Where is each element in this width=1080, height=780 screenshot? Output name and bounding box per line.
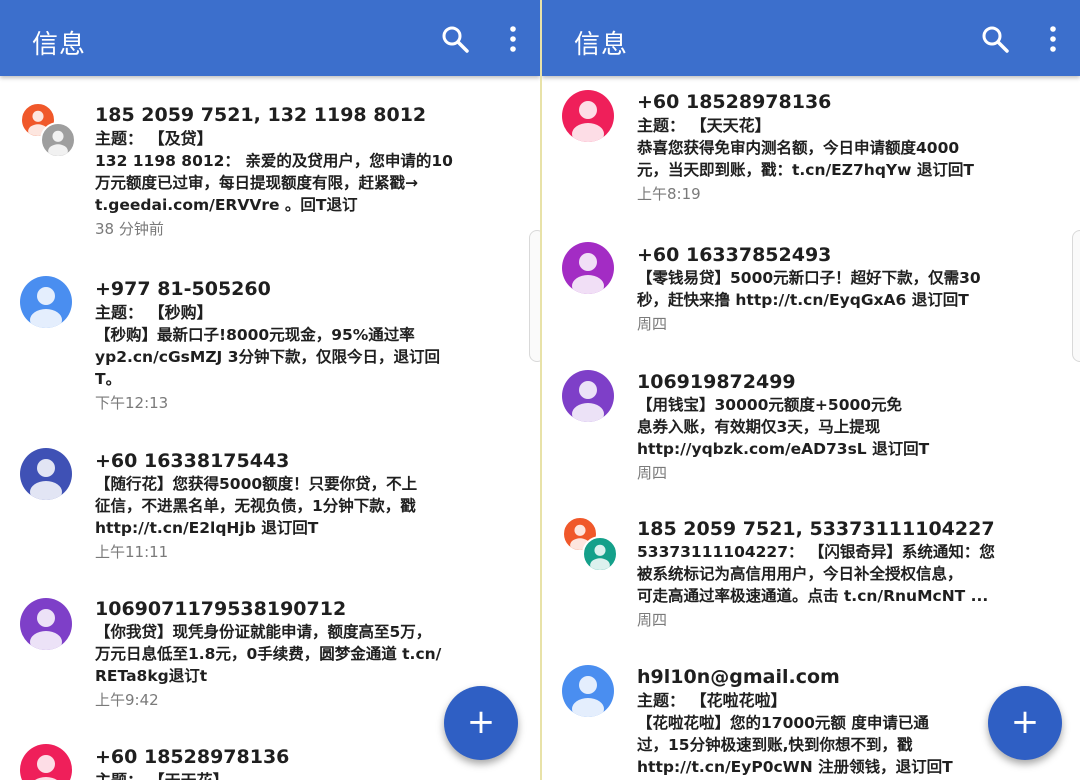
message-snippet: 132 1198 8012： 亲爱的及贷用户，您申请的10 万元额度已过审，每日… bbox=[95, 152, 453, 214]
message-subject: 主题： 【花啦花啦】 bbox=[637, 691, 787, 710]
app-title: 信息 bbox=[574, 30, 629, 60]
conversation-item[interactable]: 185 2059 7521, 132 1198 8012 主题： 【及贷】 13… bbox=[0, 76, 540, 251]
message-content: +60 16337852493 【零钱易贷】5000元新口子！超好下款，仅需30… bbox=[637, 243, 1048, 335]
contact-avatar-icon bbox=[20, 744, 72, 780]
message-content: h9l10n@gmail.com 主题： 【花啦花啦】 【花啦花啦】您的1700… bbox=[637, 665, 1048, 778]
conversation-item[interactable]: 106919872499 【用钱宝】30000元额度+5000元免 息券入账，有… bbox=[542, 351, 1080, 499]
plus-icon: + bbox=[1010, 702, 1040, 742]
sender-name: h9l10n@gmail.com bbox=[637, 666, 840, 688]
message-time: 周四 bbox=[637, 315, 668, 333]
new-message-button[interactable]: + bbox=[988, 686, 1062, 760]
conversation-item[interactable]: +60 18528978136 主题： 【天天花】 恭喜您获得免审内测名额，今日… bbox=[542, 76, 1080, 224]
contact-avatar-icon bbox=[20, 598, 72, 650]
app-bar: 信息 bbox=[542, 0, 1080, 76]
message-subject: 主题： 【及贷】 bbox=[95, 129, 213, 148]
plus-icon: + bbox=[466, 702, 496, 742]
message-content: +60 18528978136 主题： 【天天花】 恭喜您获得免审内测名额，今日… bbox=[637, 90, 1048, 205]
contact-avatar-icon bbox=[20, 276, 72, 328]
contact-avatar-icon bbox=[562, 665, 614, 717]
conversation-item[interactable]: 185 2059 7521, 53373111104227 5337311110… bbox=[542, 499, 1080, 648]
app-title: 信息 bbox=[32, 30, 87, 60]
contact-avatar-icon bbox=[20, 448, 72, 500]
new-message-button[interactable]: + bbox=[444, 686, 518, 760]
message-content: 106919872499 【用钱宝】30000元额度+5000元免 息券入账，有… bbox=[637, 370, 1048, 484]
conversation-list-left: 信息 185 2059 7521, 132 1198 8012 主题： 【及贷】 bbox=[0, 0, 540, 780]
message-snippet: 【零钱易贷】5000元新口子！超好下款，仅需30 秒，赶快来撸 http://t… bbox=[637, 269, 981, 309]
message-subject: 主题： 【天天花】 bbox=[637, 116, 771, 135]
more-vert-icon[interactable] bbox=[1046, 24, 1060, 54]
message-subject: 主题： 【天天花】 bbox=[95, 769, 508, 780]
message-list: +60 18528978136 主题： 【天天花】 恭喜您获得免审内测名额，今日… bbox=[542, 76, 1080, 780]
group-avatar bbox=[562, 516, 622, 576]
message-snippet: 【花啦花啦】您的17000元额 度申请已通 过，15分钟极速到账,快到你想不到，… bbox=[637, 714, 953, 776]
message-snippet: 53373111104227： 【闪银奇异】系统通知：您 被系统标记为高信用用户… bbox=[637, 543, 995, 605]
message-snippet: 恭喜您获得免审内测名额，今日申请额度4000 元，当天即到账，戳：t.cn/EZ… bbox=[637, 139, 974, 179]
message-content: 185 2059 7521, 132 1198 8012 主题： 【及贷】 13… bbox=[95, 103, 508, 240]
message-list: 185 2059 7521, 132 1198 8012 主题： 【及贷】 13… bbox=[0, 76, 540, 780]
message-time: 周四 bbox=[637, 464, 668, 482]
conversation-item[interactable]: +60 16338175443 【随行花】您获得5000额度！只要你贷，不上 征… bbox=[0, 425, 540, 573]
message-content: +977 81-505260 主题： 【秒购】 【秒购】最新口子!8000元现金… bbox=[95, 277, 508, 414]
sender-name: 1069071179538190712 bbox=[95, 598, 347, 620]
contact-avatar-icon bbox=[40, 122, 76, 158]
message-snippet: 【用钱宝】30000元额度+5000元免 息券入账，有效期仅3天，马上提现 ht… bbox=[637, 396, 930, 458]
sender-name: 106919872499 bbox=[637, 371, 796, 393]
message-snippet: 【你我贷】现凭身份证就能申请，额度高至5万， 万元日息低至1.8元，0手续费，圆… bbox=[95, 623, 442, 685]
split-handle[interactable] bbox=[529, 230, 540, 362]
message-content: 185 2059 7521, 53373111104227 5337311110… bbox=[637, 517, 1048, 631]
conversation-item[interactable]: +60 16337852493 【零钱易贷】5000元新口子！超好下款，仅需30… bbox=[542, 224, 1080, 351]
conversation-list-right: 信息 +60 18528978136 主题： 【天天花】 恭喜您获得免审内测名额… bbox=[540, 0, 1080, 780]
group-avatar bbox=[20, 102, 80, 162]
contact-avatar-icon bbox=[562, 90, 614, 142]
search-icon[interactable] bbox=[440, 24, 470, 54]
sender-name: 185 2059 7521, 132 1198 8012 bbox=[95, 104, 427, 126]
more-vert-icon[interactable] bbox=[506, 24, 520, 54]
sender-name: 185 2059 7521, 53373111104227 bbox=[637, 518, 995, 540]
contact-avatar-icon bbox=[562, 370, 614, 422]
message-content: +60 16338175443 【随行花】您获得5000额度！只要你贷，不上 征… bbox=[95, 449, 508, 563]
message-time: 上午11:11 bbox=[95, 543, 169, 561]
message-time: 上午8:19 bbox=[637, 185, 701, 203]
sender-name: +977 81-505260 bbox=[95, 278, 271, 300]
app-bar: 信息 bbox=[0, 0, 540, 76]
message-time: 38 分钟前 bbox=[95, 220, 164, 238]
conversation-item[interactable]: +977 81-505260 主题： 【秒购】 【秒购】最新口子!8000元现金… bbox=[0, 251, 540, 425]
message-snippet: 【随行花】您获得5000额度！只要你贷，不上 征信，不进黑名单，无视负债，1分钟… bbox=[95, 475, 418, 537]
search-icon[interactable] bbox=[980, 24, 1010, 54]
contact-avatar-icon bbox=[562, 242, 614, 294]
split-handle[interactable] bbox=[1072, 230, 1080, 362]
message-subject: 主题： 【秒购】 bbox=[95, 303, 213, 322]
message-snippet: 【秒购】最新口子!8000元现金，95%通过率 yp2.cn/cGsMZJ 3分… bbox=[95, 326, 441, 388]
sender-name: +60 16337852493 bbox=[637, 244, 832, 266]
sender-name: +60 16338175443 bbox=[95, 450, 290, 472]
message-time: 周四 bbox=[637, 611, 668, 629]
sender-name: +60 18528978136 bbox=[637, 91, 832, 113]
message-time: 下午12:13 bbox=[95, 394, 169, 412]
contact-avatar-icon bbox=[582, 536, 618, 572]
